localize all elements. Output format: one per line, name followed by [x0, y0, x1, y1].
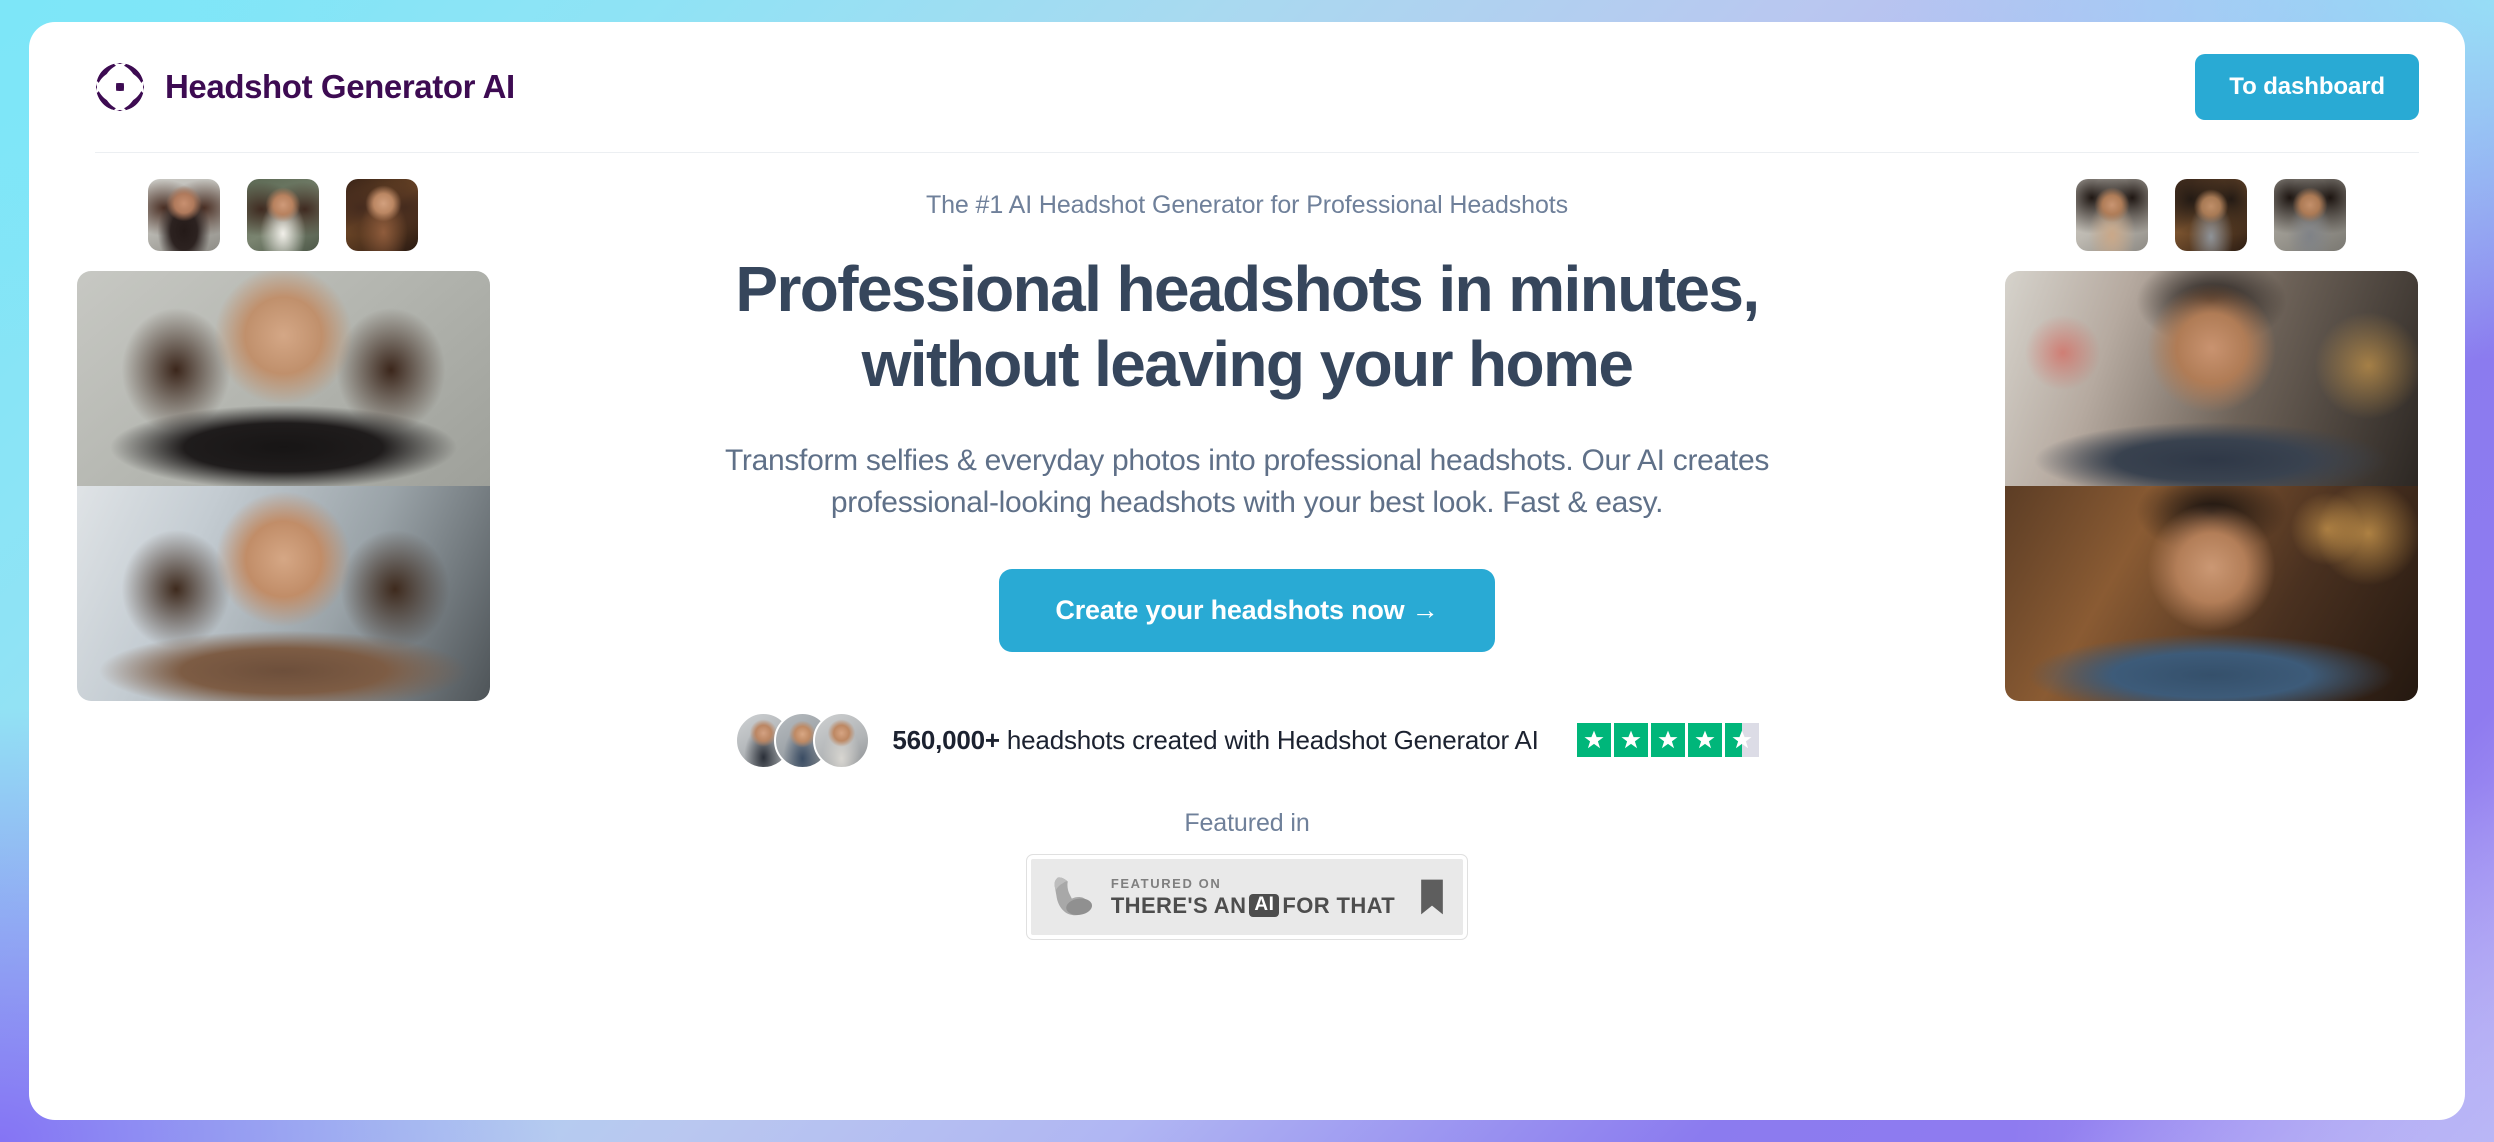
star-icon [1576, 723, 1611, 758]
subhead-line-1: Transform selfies & everyday photos into… [724, 443, 1770, 477]
badge-ai-chip: AI [1249, 894, 1280, 918]
rating-stars [1576, 723, 1759, 758]
featured-in-section: Featured in FEATURED ON THERE'S AN AI FO… [582, 809, 1912, 940]
page-title: Professional headshots in minutes, witho… [582, 252, 1912, 402]
woman-thumb-3 [346, 179, 418, 251]
left-gallery [73, 179, 493, 701]
badge-text: FEATURED ON THERE'S AN AI FOR THAT [1110, 875, 1395, 917]
create-headshots-button[interactable]: Create your headshots now → [999, 568, 1495, 652]
badge-inner: FEATURED ON THERE'S AN AI FOR THAT [1036, 864, 1454, 929]
featured-in-label: Featured in [1184, 808, 1310, 837]
star-icon [1613, 723, 1648, 758]
headshot-count-suffix: headshots created with Headshot Generato… [999, 724, 1539, 755]
avatar-group [735, 711, 871, 769]
badge-featured-on: FEATURED ON [1110, 875, 1222, 891]
flexed-arm-icon [1054, 877, 1092, 916]
headshot-count: 560,000+ [892, 724, 1000, 755]
hero-section: The #1 AI Headshot Generator for Profess… [29, 153, 2465, 1113]
woman-large-2 [76, 486, 490, 701]
theres-an-ai-for-that-badge[interactable]: FEATURED ON THERE'S AN AI FOR THAT [1025, 853, 1469, 940]
right-gallery [2001, 179, 2421, 701]
woman-thumb-1 [148, 179, 220, 251]
page-card: Headshot Generator AI To dashboard The #… [29, 22, 2465, 1120]
woman-large-1 [76, 271, 490, 486]
social-proof-row: 560,000+ headshots created with Headshot… [582, 711, 1912, 769]
hero-subhead: Transform selfies & everyday photos into… [622, 440, 1872, 525]
left-large-photo-stack [76, 271, 490, 701]
site-header: Headshot Generator AI To dashboard [29, 22, 2465, 152]
star-icon [1650, 723, 1685, 758]
subhead-line-2: professional-looking headshots with your… [830, 486, 1664, 520]
badge-main-pre: THERE'S AN [1110, 893, 1247, 919]
hero-content: The #1 AI Headshot Generator for Profess… [582, 153, 1912, 940]
man-thumb-1 [2076, 179, 2148, 251]
man-large-1 [2004, 271, 2418, 486]
star-icon [1687, 723, 1722, 758]
man-thumb-3 [2274, 179, 2346, 251]
hero-eyebrow: The #1 AI Headshot Generator for Profess… [925, 191, 1569, 219]
social-proof-text: 560,000+ headshots created with Headshot… [892, 724, 1539, 756]
aperture-flower-logo-icon [96, 63, 144, 111]
woman-thumb-2 [247, 179, 319, 251]
half-star-icon [1724, 723, 1759, 758]
right-large-photo-stack [2004, 271, 2418, 701]
brand-name: Headshot Generator AI [165, 68, 515, 105]
avatar [813, 711, 871, 769]
left-thumbnail-row [73, 179, 493, 251]
man-large-2 [2004, 486, 2418, 701]
right-thumbnail-row [2001, 179, 2421, 251]
man-thumb-2 [2175, 179, 2247, 251]
to-dashboard-button[interactable]: To dashboard [2195, 54, 2419, 120]
badge-main-text: THERE'S AN AI FOR THAT [1111, 894, 1395, 917]
headline-line-1: Professional headshots in minutes, [735, 253, 1760, 325]
headline-line-2: without leaving your home [861, 327, 1634, 400]
brand[interactable]: Headshot Generator AI [95, 62, 515, 112]
bookmark-icon [1421, 879, 1443, 915]
badge-main-post: FOR THAT [1282, 893, 1396, 919]
